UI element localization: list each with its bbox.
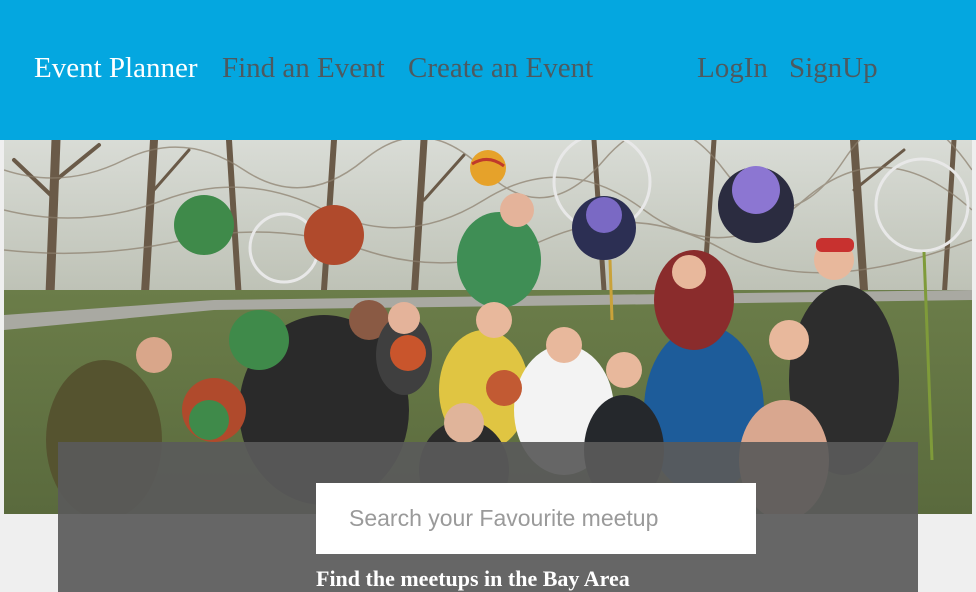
- brand-link[interactable]: Event Planner: [34, 52, 197, 85]
- tagline: Find the meetups in the Bay Area: [316, 566, 630, 591]
- search-panel: Find the meetups in the Bay Area: [58, 442, 918, 592]
- search-input[interactable]: [316, 483, 756, 554]
- nav-create-event-link[interactable]: Create an Event: [408, 52, 593, 85]
- nav-login-link[interactable]: LogIn: [697, 52, 768, 85]
- nav-signup-link[interactable]: SignUp: [789, 52, 878, 85]
- navbar: Event Planner Find an Event Create an Ev…: [0, 0, 976, 140]
- nav-find-event-link[interactable]: Find an Event: [222, 52, 385, 85]
